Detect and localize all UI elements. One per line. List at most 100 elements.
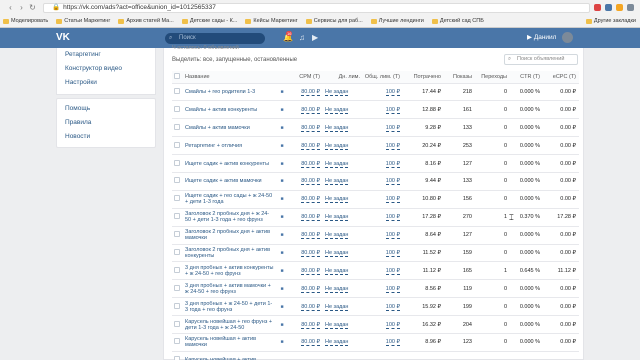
day-limit-value[interactable]: Не задан — [325, 88, 349, 96]
cpm-value[interactable]: 80.00 ₽ — [301, 249, 320, 257]
bookmark-item[interactable]: Детский сад СПБ — [431, 18, 484, 24]
ad-name-link[interactable]: 3 дня пробных + ж 24-50 + дети 1-3 года … — [185, 301, 274, 313]
play-icon[interactable]: ▶ — [312, 32, 318, 44]
total-limit-value[interactable]: 100 ₽ — [385, 303, 400, 311]
column-header[interactable]: Переходы — [475, 71, 510, 84]
ad-name-link[interactable]: Смайлы + гео родители 1-3 — [185, 89, 274, 95]
music-icon[interactable]: ♫ — [299, 32, 305, 44]
extension-icon[interactable] — [616, 4, 623, 11]
status-icon[interactable]: ■ — [280, 178, 283, 184]
row-checkbox[interactable] — [174, 248, 180, 255]
reload-icon[interactable]: ↻ — [28, 3, 37, 12]
day-limit-value[interactable]: Не задан — [325, 267, 349, 275]
column-header[interactable]: CTR (Т) — [510, 71, 543, 84]
bookmark-item[interactable]: Моделировать — [3, 18, 48, 24]
row-checkbox[interactable] — [174, 105, 180, 112]
bookmark-item[interactable]: Лучшие лендинги — [370, 18, 424, 24]
day-limit-value[interactable]: Не задан — [325, 285, 349, 293]
bookmark-item[interactable]: Статьи Маркетинг — [56, 18, 110, 24]
forward-icon[interactable]: › — [17, 3, 26, 12]
day-limit-value[interactable]: Не задан — [325, 339, 349, 347]
column-header[interactable]: Общ. лим. (Т) — [363, 71, 403, 84]
ad-name-link[interactable]: Ищете садик + актив мамочки — [185, 178, 274, 184]
status-icon[interactable]: ■ — [280, 286, 283, 292]
total-limit-value[interactable]: 100 ₽ — [385, 267, 400, 275]
total-limit-value[interactable]: 100 ₽ — [385, 196, 400, 204]
ad-name-link[interactable]: Карусель новейшая + гео фрунз + дети 1-3… — [185, 319, 274, 331]
ad-name-link[interactable]: 3 дня пробных + актив мамочки + ж 24-50 … — [185, 283, 274, 295]
total-limit-value[interactable]: 100 ₽ — [385, 249, 400, 257]
sidebar-item-rules[interactable]: Правила — [57, 116, 155, 130]
total-limit-value[interactable]: 100 ₽ — [385, 160, 400, 168]
total-limit-value[interactable]: 100 ₽ — [385, 285, 400, 293]
filter-links[interactable]: Выделить: все, запущенные, остановленные — [172, 57, 297, 63]
ad-name-link[interactable]: Заголовок 2 пробных дня + ж 24-50 + дети… — [185, 211, 274, 223]
ad-name-link[interactable]: Заголовок 2 пробных дня + актив мамочки — [185, 229, 274, 241]
row-checkbox[interactable] — [174, 231, 180, 238]
column-header[interactable]: Потрачено — [403, 71, 444, 84]
bookmark-item[interactable]: Архив статей Ма... — [118, 18, 174, 24]
cpm-value[interactable]: 80.00 ₽ — [301, 196, 320, 204]
ad-name-link[interactable]: Карусель новейшая + актив мамочки — [185, 336, 274, 348]
cpm-value[interactable]: 80.00 ₽ — [301, 106, 320, 114]
cpm-value[interactable]: 80.00 ₽ — [301, 303, 320, 311]
column-header[interactable]: CPM (Т) — [287, 71, 323, 84]
ads-search-input[interactable]: ⌕ Поиск объявлений — [504, 54, 578, 65]
cpm-value[interactable]: 80.00 ₽ — [301, 339, 320, 347]
ad-name-link[interactable]: Смайлы + актив мамочки — [185, 125, 274, 131]
row-checkbox[interactable] — [174, 213, 180, 220]
status-icon[interactable]: ■ — [280, 107, 283, 113]
total-limit-value[interactable]: 100 ₽ — [385, 178, 400, 186]
status-icon[interactable]: ■ — [280, 268, 283, 274]
cpm-value[interactable]: 80.00 ₽ — [301, 267, 320, 275]
extension-icon[interactable] — [627, 4, 634, 11]
day-limit-value[interactable]: Не задан — [325, 196, 349, 204]
total-limit-value[interactable]: 100 ₽ — [385, 142, 400, 150]
ad-name-link[interactable]: Смайлы + актив конкуренты — [185, 107, 274, 113]
column-header[interactable]: Показы — [444, 71, 475, 84]
cpm-value[interactable]: 80.00 ₽ — [301, 88, 320, 96]
status-icon[interactable]: ■ — [280, 125, 283, 131]
row-checkbox[interactable] — [174, 356, 180, 360]
day-limit-value[interactable]: Не задан — [325, 321, 349, 329]
row-checkbox[interactable] — [174, 320, 180, 327]
day-limit-value[interactable]: Не задан — [325, 106, 349, 114]
back-icon[interactable]: ‹ — [6, 3, 15, 12]
cpm-value[interactable]: 80.00 ₽ — [301, 232, 320, 240]
ad-name-link[interactable]: Ищете садик + актив конкуренты — [185, 161, 274, 167]
bookmark-item[interactable]: Сервисы для раб... — [305, 18, 363, 24]
ad-name-link[interactable]: 3 дня пробных + актив конкуренты + ж 24-… — [185, 265, 274, 277]
cpm-value[interactable]: 80.00 ₽ — [301, 214, 320, 222]
status-icon[interactable]: ■ — [280, 250, 283, 256]
other-bookmarks[interactable]: Другие закладки — [585, 18, 636, 24]
column-header[interactable]: Дн. лим. — [323, 71, 363, 84]
status-icon[interactable]: ■ — [280, 304, 283, 310]
bookmark-item[interactable]: Кейсы Маркетинг — [245, 18, 298, 24]
extension-icon[interactable] — [594, 4, 601, 11]
day-limit-value[interactable]: Не задан — [325, 178, 349, 186]
sidebar-item-retargeting[interactable]: Ретаргетинг — [57, 48, 155, 62]
row-checkbox[interactable] — [174, 338, 180, 345]
total-limit-value[interactable]: 100 ₽ — [385, 232, 400, 240]
row-checkbox[interactable] — [174, 177, 180, 184]
column-header[interactable]: eCPC (Т) — [543, 71, 579, 84]
total-limit-value[interactable]: 100 ₽ — [385, 106, 400, 114]
cpm-value[interactable]: 80.00 ₽ — [301, 160, 320, 168]
status-icon[interactable]: ■ — [280, 143, 283, 149]
sidebar-item-video-constructor[interactable]: Конструктор видео — [57, 62, 155, 76]
day-limit-value[interactable]: Не задан — [325, 303, 349, 311]
status-icon[interactable]: ■ — [280, 214, 283, 220]
day-limit-value[interactable]: Не задан — [325, 124, 349, 132]
day-limit-value[interactable]: Не задан — [325, 142, 349, 150]
day-limit-value[interactable]: Не задан — [325, 214, 349, 222]
day-limit-value[interactable]: Не задан — [325, 232, 349, 240]
day-limit-value[interactable]: Не задан — [325, 249, 349, 257]
cpm-value[interactable]: 80.00 ₽ — [301, 178, 320, 186]
row-checkbox[interactable] — [174, 284, 180, 291]
sidebar-item-help[interactable]: Помощь — [57, 102, 155, 116]
row-checkbox[interactable] — [174, 195, 180, 202]
avatar[interactable] — [562, 32, 573, 43]
total-limit-value[interactable]: 100 ₽ — [385, 214, 400, 222]
row-checkbox[interactable] — [174, 141, 180, 148]
status-icon[interactable]: ■ — [280, 196, 283, 202]
